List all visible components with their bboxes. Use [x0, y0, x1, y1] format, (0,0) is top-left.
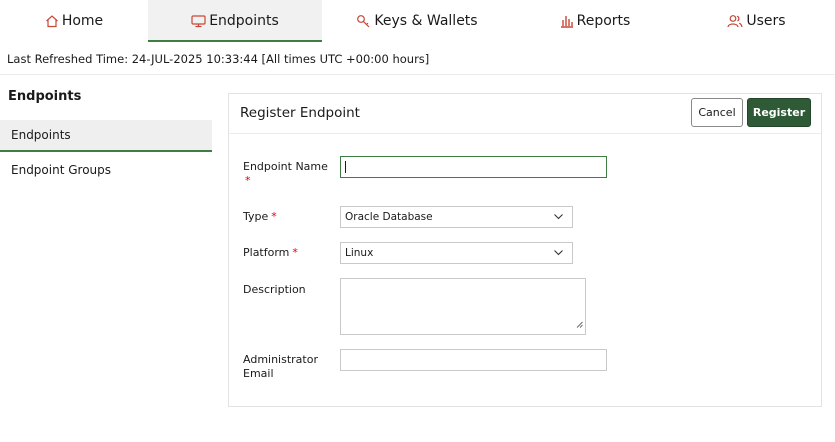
- sidebar-item-endpoint-groups[interactable]: Endpoint Groups: [0, 154, 212, 186]
- platform-label-text: Platform: [243, 246, 290, 259]
- sidebar-item-label: Endpoints: [11, 128, 71, 142]
- type-select-value: Oracle Database: [345, 211, 433, 223]
- monitor-icon: [191, 14, 206, 28]
- platform-label: Platform *: [243, 246, 298, 260]
- home-icon: [45, 14, 59, 28]
- required-mark: *: [292, 246, 298, 259]
- description-textarea[interactable]: [340, 278, 586, 335]
- tab-home[interactable]: Home: [0, 0, 148, 42]
- chevron-down-icon: [553, 247, 564, 261]
- endpoint-name-label-text: Endpoint Name: [243, 160, 328, 173]
- required-mark: *: [271, 210, 277, 223]
- last-refreshed-text: Last Refreshed Time: 24-JUL-2025 10:33:4…: [7, 52, 430, 66]
- cancel-button[interactable]: Cancel: [691, 98, 743, 127]
- administrator-email-label-line1: Administrator: [243, 353, 318, 366]
- sidebar-item-label: Endpoint Groups: [11, 163, 112, 177]
- sidebar-item-endpoints[interactable]: Endpoints: [0, 120, 212, 152]
- endpoint-name-label: Endpoint Name *: [243, 160, 328, 188]
- tab-label: Keys & Wallets: [374, 13, 478, 29]
- panel-header: Register Endpoint Cancel Register: [229, 94, 821, 134]
- tab-endpoints[interactable]: Endpoints: [148, 0, 322, 42]
- endpoint-name-input[interactable]: [340, 156, 607, 178]
- required-mark: *: [245, 174, 251, 187]
- type-label-text: Type: [243, 210, 269, 223]
- tab-label: Reports: [576, 13, 631, 29]
- type-label: Type *: [243, 210, 277, 224]
- type-select[interactable]: Oracle Database: [340, 206, 573, 228]
- users-icon: [727, 14, 743, 28]
- tab-label: Endpoints: [209, 13, 279, 29]
- administrator-email-label-line2: Email: [243, 367, 274, 380]
- top-navigation: Home Endpoints Keys & Wallets Reports Us…: [0, 0, 835, 42]
- register-button[interactable]: Register: [747, 98, 811, 127]
- administrator-email-input[interactable]: [340, 349, 607, 371]
- tab-reports[interactable]: Reports: [512, 0, 678, 42]
- tab-label: Home: [61, 13, 104, 29]
- bar-chart-icon: [560, 14, 574, 28]
- tab-keys-wallets[interactable]: Keys & Wallets: [322, 0, 512, 42]
- chevron-down-icon: [553, 211, 564, 225]
- panel-title: Register Endpoint: [240, 105, 360, 121]
- register-endpoint-panel: Register Endpoint Cancel Register Endpoi…: [228, 93, 822, 407]
- resize-handle-icon[interactable]: [576, 313, 583, 332]
- platform-select[interactable]: Linux: [340, 242, 573, 264]
- divider: [0, 74, 835, 75]
- key-icon: [356, 14, 371, 28]
- tab-label: Users: [746, 13, 786, 29]
- platform-select-value: Linux: [345, 247, 374, 259]
- text-cursor: [345, 161, 346, 173]
- description-label: Description: [243, 283, 306, 296]
- tab-users[interactable]: Users: [678, 0, 835, 42]
- administrator-email-label: Administrator Email: [243, 353, 318, 381]
- sidebar-title: Endpoints: [8, 89, 82, 104]
